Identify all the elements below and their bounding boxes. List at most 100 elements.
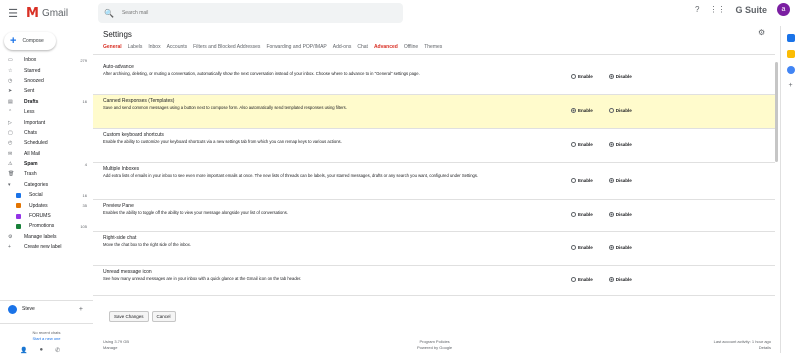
enable-radio[interactable]: [571, 108, 576, 113]
sidebar-item-all-mail[interactable]: ✉ All Mail: [0, 149, 93, 159]
disable-radio[interactable]: [608, 74, 614, 79]
label-icon: ▾: [8, 181, 11, 188]
tab-chat[interactable]: Chat: [357, 44, 368, 50]
enable-radio[interactable]: [571, 277, 576, 282]
top-bar: ☰ M Gmail 🔍 ? ⋮⋮ G Suite a: [0, 0, 800, 26]
gsuite-logo[interactable]: G Suite: [735, 5, 767, 15]
enable-option[interactable]: Enable: [571, 108, 593, 113]
enable-option[interactable]: Enable: [571, 245, 593, 250]
keep-icon[interactable]: [786, 50, 795, 58]
enable-radio[interactable]: [571, 178, 576, 183]
disable-label: Disable: [615, 277, 632, 282]
footer-policies: Program Policies Powered by Google: [417, 339, 452, 351]
sidebar-item-manage-labels[interactable]: ⚙ Manage labels: [0, 232, 93, 242]
category-forums[interactable]: FORUMS: [0, 211, 93, 221]
gear-icon[interactable]: ⚙: [758, 28, 765, 37]
sidebar-item-less[interactable]: ⌃ Less: [0, 107, 93, 117]
settings-tabs: General Labels Inbox Accounts Filters and Bl…: [103, 44, 442, 50]
scrollbar[interactable]: [775, 62, 778, 162]
cancel-button[interactable]: Cancel: [151, 311, 176, 322]
setting-row: Canned Responses (Templates) Save and se…: [93, 95, 775, 129]
sidebar-item-spam[interactable]: ⚠ Spam 4: [0, 159, 93, 169]
search-icon[interactable]: 🔍: [104, 9, 114, 18]
sidebar-item-create-new-label[interactable]: + Create new label: [0, 242, 93, 252]
inbox-icon: ▭: [8, 57, 13, 64]
disable-radio[interactable]: [608, 277, 614, 282]
disable-radio[interactable]: [608, 212, 614, 217]
sidebar-item-categories[interactable]: ▾ Categories: [0, 180, 93, 190]
tab-inbox[interactable]: Inbox: [148, 44, 160, 50]
sidebar-item-trash[interactable]: 🗑 Trash: [0, 169, 93, 179]
disable-option[interactable]: Disable: [608, 142, 632, 147]
enable-radio[interactable]: [571, 142, 576, 147]
setting-name: Right-side chat: [103, 235, 137, 241]
setting-row: Multiple Inboxes Add extra lists of emai…: [93, 163, 775, 200]
setting-name: Auto-advance: [103, 64, 134, 70]
enable-option[interactable]: Enable: [571, 142, 593, 147]
tab-forwarding-and-pop-imap[interactable]: Forwarding and POP/IMAP: [266, 44, 326, 50]
setting-row: Custom keyboard shortcuts Enable the abi…: [93, 129, 775, 163]
enable-radio[interactable]: [571, 245, 576, 250]
hangouts-user[interactable]: Steve +: [0, 301, 93, 317]
enable-option[interactable]: Enable: [571, 277, 593, 282]
setting-row: Right-side chat Move the chat box to the…: [93, 232, 775, 266]
disable-radio[interactable]: [608, 178, 614, 183]
compose-button[interactable]: + Compose: [4, 32, 56, 50]
apps-icon[interactable]: ⋮⋮: [709, 5, 725, 14]
disable-option[interactable]: Disable: [608, 108, 632, 113]
sidebar-item-starred[interactable]: ☆ Starred: [0, 65, 93, 75]
category-promotions[interactable]: Promotions 105: [0, 221, 93, 231]
disable-option[interactable]: Disable: [608, 178, 632, 183]
disable-option[interactable]: Disable: [608, 277, 632, 282]
mail-icon: ✉: [8, 150, 13, 157]
details-link[interactable]: Details: [714, 345, 771, 351]
save-button[interactable]: Save Changes: [109, 311, 149, 322]
tab-general[interactable]: General: [103, 44, 122, 50]
sidebar-item-count: 16: [82, 99, 87, 105]
search-input[interactable]: [121, 10, 382, 16]
manage-link[interactable]: Manage: [103, 345, 129, 351]
enable-label: Enable: [578, 108, 593, 113]
sidebar-item-drafts[interactable]: ▤ Drafts 16: [0, 97, 93, 107]
calendar-icon[interactable]: [786, 34, 795, 42]
menu-icon[interactable]: ☰: [4, 0, 22, 26]
disable-option[interactable]: Disable: [608, 74, 632, 79]
disable-radio[interactable]: [608, 245, 614, 250]
tab-add-ons[interactable]: Add-ons: [333, 44, 352, 50]
search-bar[interactable]: 🔍: [98, 3, 403, 23]
sidebar-item-snoozed[interactable]: ◷ Snoozed: [0, 76, 93, 86]
category-label: Updates: [29, 202, 48, 209]
sidebar-item-scheduled[interactable]: ◴ Scheduled: [0, 138, 93, 148]
tab-advanced[interactable]: Advanced: [374, 44, 398, 50]
account-avatar[interactable]: a: [777, 3, 790, 16]
start-chat-link[interactable]: Start a new one: [0, 336, 93, 341]
disable-radio[interactable]: [608, 142, 614, 147]
gmail-logo[interactable]: M Gmail: [26, 6, 68, 21]
sidebar-item-chats[interactable]: ▢ Chats: [0, 128, 93, 138]
sidebar-item-sent[interactable]: ➤ Sent: [0, 86, 93, 96]
app-name: Gmail: [41, 7, 69, 19]
add-on-plus-icon[interactable]: +: [787, 82, 795, 90]
enable-option[interactable]: Enable: [571, 74, 593, 79]
main-content: Settings General Labels Inbox Accounts Filte…: [93, 26, 775, 353]
sidebar-item-inbox[interactable]: ▭ Inbox 279: [0, 55, 93, 65]
support-icon[interactable]: ?: [695, 5, 699, 14]
enable-option[interactable]: Enable: [571, 178, 593, 183]
page-title: Settings: [103, 30, 132, 39]
tab-offline[interactable]: Offline: [404, 44, 418, 50]
add-chat-icon[interactable]: +: [79, 306, 83, 313]
tab-themes[interactable]: Themes: [424, 44, 442, 50]
disable-radio[interactable]: [608, 108, 614, 113]
tab-accounts[interactable]: Accounts: [167, 44, 188, 50]
disable-option[interactable]: Disable: [608, 245, 632, 250]
tab-filters-and-blocked-addresses[interactable]: Filters and Blocked Addresses: [193, 44, 260, 50]
category-updates[interactable]: Updates 35: [0, 200, 93, 210]
enable-radio[interactable]: [571, 212, 576, 217]
tab-labels[interactable]: Labels: [128, 44, 143, 50]
disable-option[interactable]: Disable: [608, 212, 632, 217]
enable-option[interactable]: Enable: [571, 212, 593, 217]
tasks-icon[interactable]: [786, 66, 795, 74]
category-social[interactable]: Social 16: [0, 190, 93, 200]
enable-radio[interactable]: [571, 74, 576, 79]
sidebar-item-important[interactable]: ▷ Important: [0, 117, 93, 127]
